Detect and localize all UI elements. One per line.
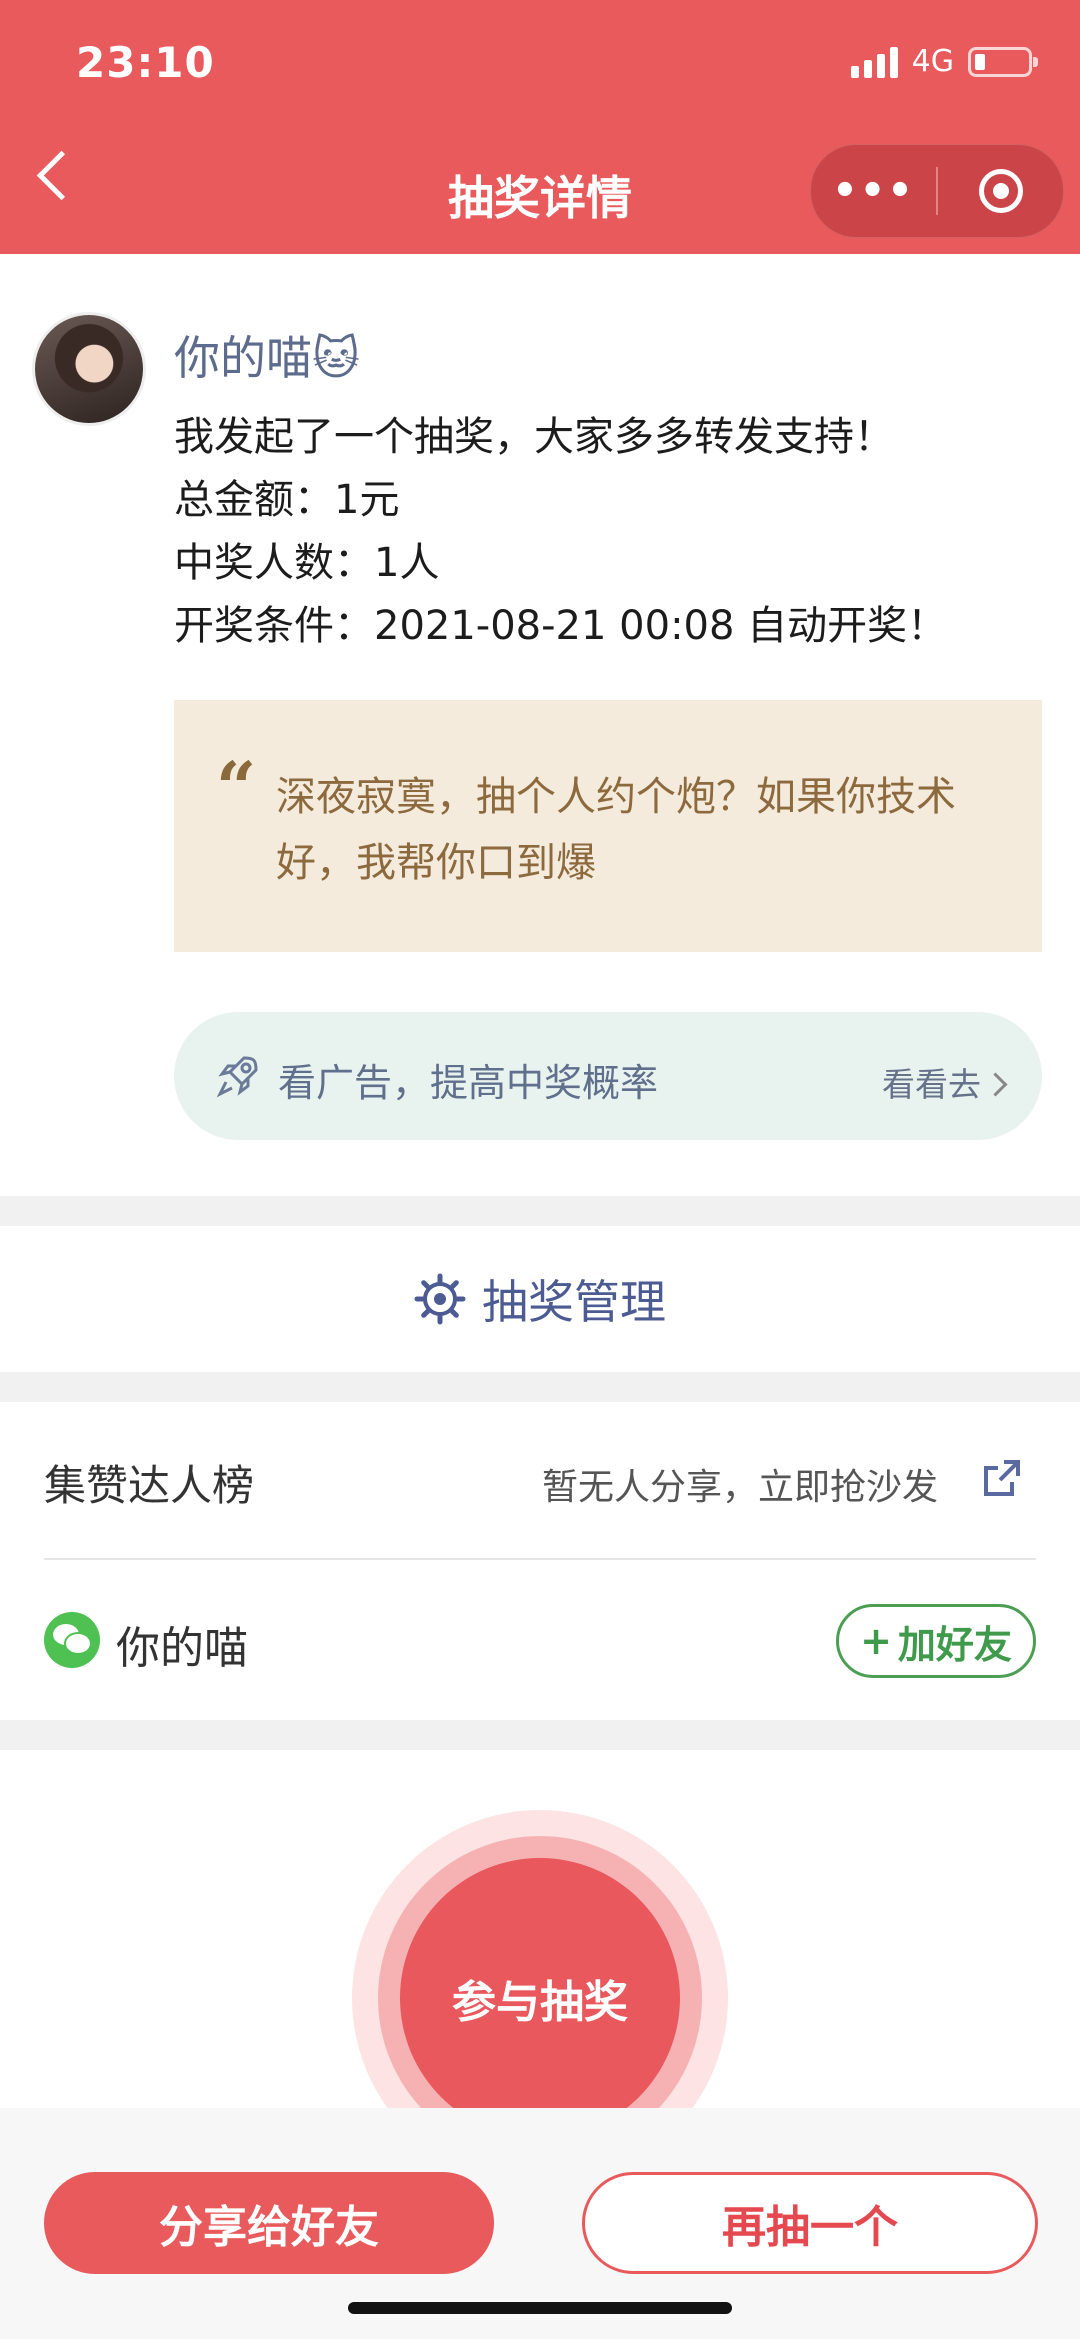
post-username: 你的喵🐱	[174, 331, 360, 385]
plus-icon: +	[860, 1619, 892, 1663]
miniprogram-capsule: •••	[810, 144, 1064, 238]
ad-link[interactable]: 看看去	[882, 1058, 1008, 1106]
section-divider	[0, 1196, 1080, 1226]
ad-link-label: 看看去	[882, 1065, 981, 1104]
ad-banner[interactable]: 看广告，提高中奖概率 看看去	[174, 1012, 1042, 1140]
chevron-right-icon	[983, 1072, 1008, 1097]
manage-button[interactable]: 抽奖管理	[0, 1226, 1080, 1372]
top-bar: 23:10 4G 抽奖详情 •••	[0, 0, 1080, 254]
more-button[interactable]: •••	[811, 168, 936, 214]
status-indicators: 4G	[850, 44, 1038, 79]
add-friend-button[interactable]: + 加好友	[836, 1604, 1036, 1678]
post-content: 我发起了一个抽奖，大家多多转发支持！ 总金额：1元 中奖人数：1人 开奖条件：2…	[174, 406, 947, 658]
post-line-condition: 开奖条件：2021-08-21 00:08 自动开奖！	[174, 603, 948, 649]
quote-text: 深夜寂寞，抽个人约个炮？如果你技术好，我帮你口到爆	[276, 774, 956, 886]
post-line-amount: 总金额：1元	[174, 477, 400, 523]
manage-label: 抽奖管理	[482, 1275, 666, 1329]
quote-box: “ 深夜寂寞，抽个人约个炮？如果你技术好，我帮你口到爆	[174, 700, 1042, 952]
battery-icon	[968, 46, 1038, 77]
ranking-empty-text: 暂无人分享，立即抢沙发	[541, 1467, 938, 1508]
ranking-title: 集赞达人榜	[44, 1461, 255, 1510]
wechat-icon	[44, 1612, 100, 1668]
ad-text: 看广告，提高中奖概率	[278, 1061, 659, 1105]
signal-icon	[850, 46, 898, 78]
friend-name: 你的喵	[116, 1623, 248, 1674]
target-close-icon	[978, 169, 1023, 213]
post-line-winners: 中奖人数：1人	[174, 540, 440, 586]
network-label: 4G	[911, 44, 954, 79]
rocket-icon	[216, 1056, 258, 1098]
join-draw-button[interactable]: 参与抽奖	[400, 1858, 680, 2138]
share-external-icon[interactable]	[980, 1456, 1024, 1500]
section-divider	[0, 1720, 1080, 1750]
status-time: 23:10	[76, 38, 215, 87]
post-line-intro: 我发起了一个抽奖，大家多多转发支持！	[174, 414, 894, 460]
gear-icon	[414, 1273, 466, 1325]
share-to-friend-button[interactable]: 分享给好友	[44, 2172, 494, 2274]
section-divider	[0, 1372, 1080, 1402]
ranking-divider	[44, 1558, 1036, 1560]
close-button[interactable]	[938, 169, 1063, 213]
avatar[interactable]	[32, 312, 146, 426]
quote-icon: “	[216, 746, 257, 829]
home-indicator	[348, 2302, 732, 2314]
draw-again-button[interactable]: 再抽一个	[582, 2172, 1038, 2274]
add-friend-label: 加好友	[897, 1622, 1012, 1667]
